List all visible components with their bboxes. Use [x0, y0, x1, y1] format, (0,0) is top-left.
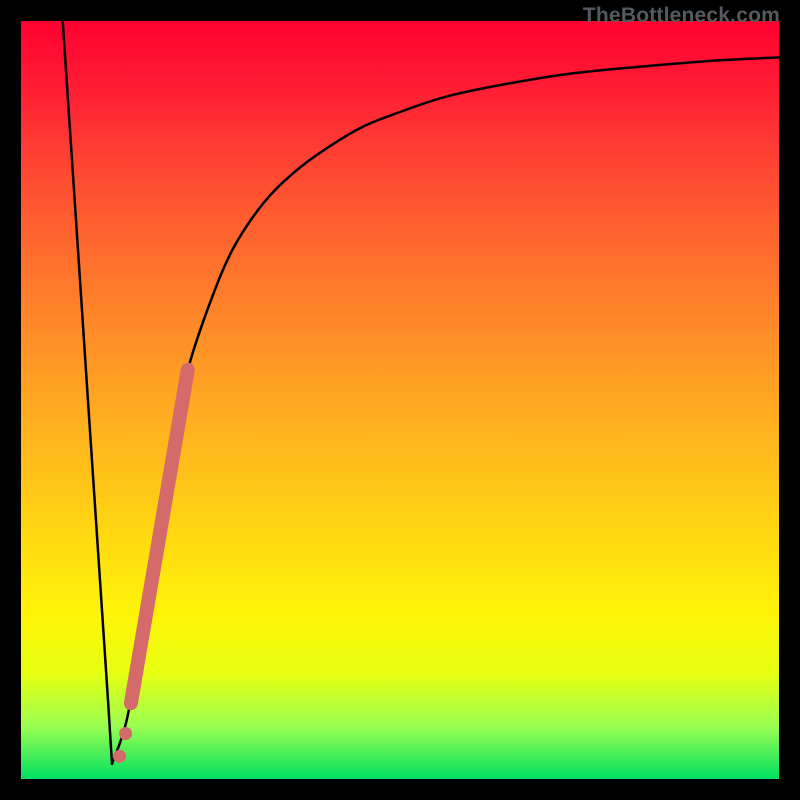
- overlay-highlight-dots: [113, 727, 132, 763]
- chart-svg: [21, 21, 779, 779]
- chart-frame: TheBottleneck.com: [0, 0, 800, 800]
- plot-area: [21, 21, 779, 779]
- overlay-highlight-segment: [131, 370, 188, 704]
- curve-left-branch: [63, 21, 112, 764]
- overlay-dot: [113, 750, 126, 763]
- curve-right-branch: [112, 57, 779, 763]
- watermark-text: TheBottleneck.com: [583, 4, 780, 28]
- overlay-dot: [119, 727, 132, 740]
